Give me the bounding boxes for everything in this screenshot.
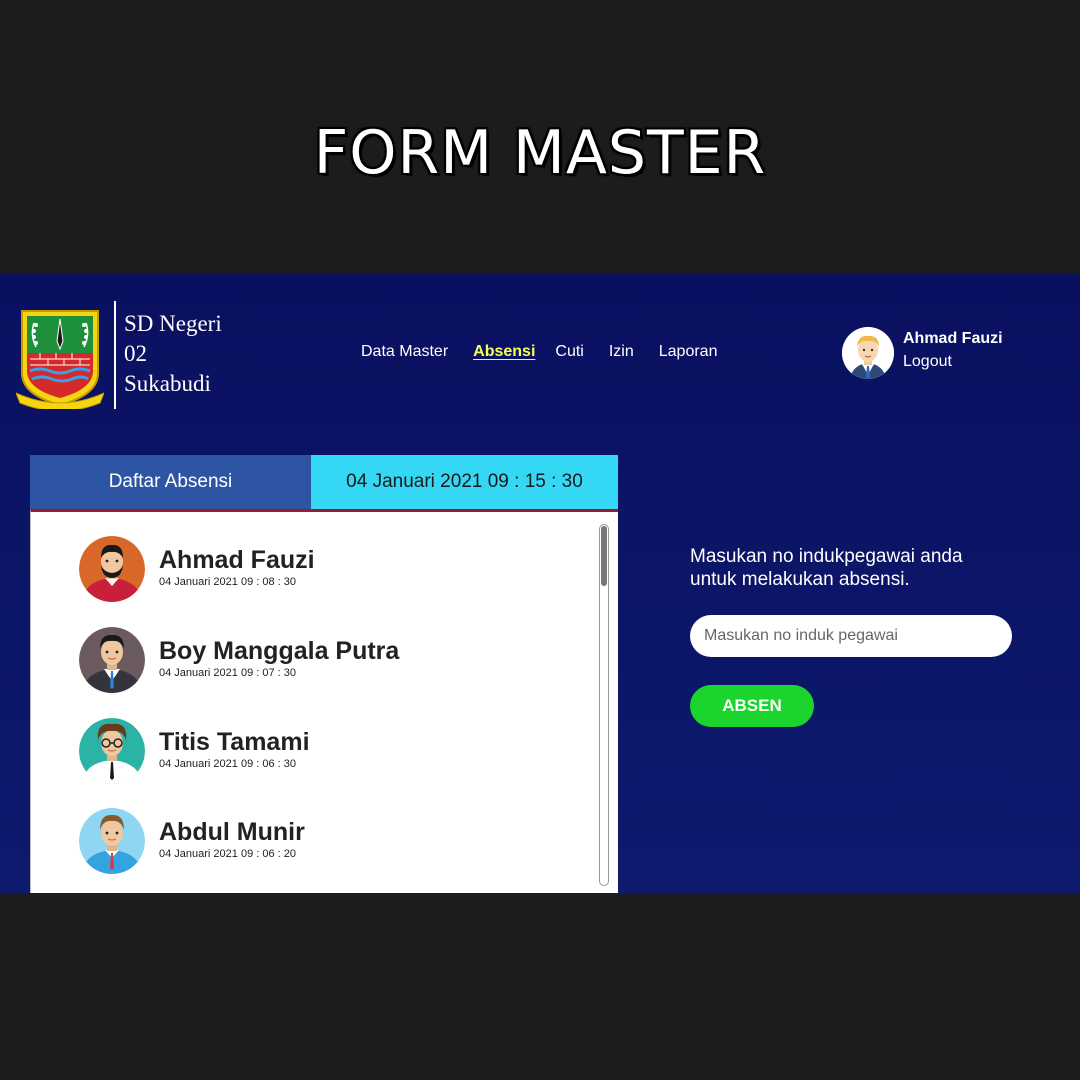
attendance-panel: Daftar Absensi 04 Januari 2021 09 : 15 :… [30,455,618,893]
nav-item-absensi[interactable]: Absensi [473,343,535,361]
entry-name: Titis Tamami [159,728,310,756]
entry-time: 04 Januari 2021 09 : 07 : 30 [159,667,296,679]
entry-name: Abdul Munir [159,818,305,846]
avatar-bearded-man-icon [79,536,145,602]
tab-daftar-absensi[interactable]: Daftar Absensi [30,455,311,509]
entry-time: 04 Januari 2021 09 : 06 : 20 [159,848,296,860]
page-title: FORM MASTER [313,118,767,188]
school-name-line3: Sukabudi [124,371,211,396]
nav-item-data-master[interactable]: Data Master [361,343,448,361]
absen-button[interactable]: ABSEN [690,685,814,727]
avatar-glasses-man-icon [79,718,145,784]
current-datetime: 04 Januari 2021 09 : 15 : 30 [311,455,618,509]
avatar-businessman-icon [79,627,145,693]
school-name-line1: SD Negeri [124,311,222,336]
school-emblem-icon [16,310,104,409]
brand-divider [114,301,116,409]
entry-time: 04 Januari 2021 09 : 06 : 30 [159,758,296,770]
logout-link[interactable]: Logout [903,353,952,371]
avatar-young-man-icon [79,808,145,874]
entry-name: Ahmad Fauzi [159,546,315,574]
nav-item-cuti[interactable]: Cuti [555,343,583,361]
nip-input[interactable] [690,615,1012,657]
user-avatar-icon[interactable] [842,327,894,379]
entry-name: Boy Manggala Putra [159,637,400,665]
list-item[interactable]: Titis Tamami 04 Januari 2021 09 : 06 : 3… [79,718,559,788]
school-name: SD Negeri 02 Sukabudi [124,309,254,399]
scrollbar-thumb[interactable] [601,526,607,586]
nav-item-izin[interactable]: Izin [609,343,634,361]
entry-time: 04 Januari 2021 09 : 08 : 30 [159,576,296,588]
user-name: Ahmad Fauzi [903,330,1003,347]
main-nav: Data Master Absensi Cuti Izin Laporan [361,343,742,361]
app-window: SD Negeri 02 Sukabudi Data Master Absens… [0,273,1080,893]
list-item[interactable]: Abdul Munir 04 Januari 2021 09 : 06 : 20 [79,808,559,878]
nav-item-laporan[interactable]: Laporan [659,343,718,361]
school-name-line2: 02 [124,341,147,366]
list-scrollbar[interactable] [599,524,609,886]
list-item[interactable]: Ahmad Fauzi 04 Januari 2021 09 : 08 : 30 [79,536,559,606]
attendance-list-container: Ahmad Fauzi 04 Januari 2021 09 : 08 : 30 [30,509,618,893]
list-item[interactable]: Boy Manggala Putra 04 Januari 2021 09 : … [79,627,559,697]
absen-instruction: Masukan no indukpegawai anda untuk melak… [690,546,963,590]
